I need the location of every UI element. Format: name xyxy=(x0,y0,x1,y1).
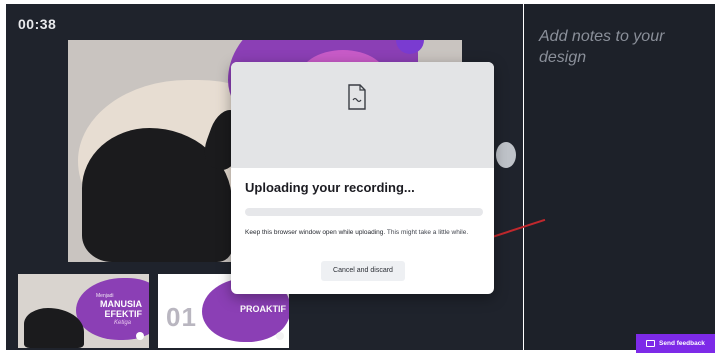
feedback-icon xyxy=(646,340,656,347)
upload-dialog: Uploading your recording... Keep this br… xyxy=(231,62,494,294)
app-window: 00:38 Menjadi MANUSIA EFEKTIF Ketiga 01 … xyxy=(0,0,715,353)
notes-placeholder[interactable]: Add notes to your design xyxy=(539,26,709,68)
dialog-message: Keep this browser window open while uplo… xyxy=(245,227,483,238)
dialog-header xyxy=(231,62,494,168)
thumbnail-person-silhouette xyxy=(24,308,84,348)
slide-side-handle xyxy=(496,142,516,168)
send-feedback-button[interactable]: Send feedback xyxy=(636,334,715,353)
dialog-message-rest: This might take a little while. xyxy=(385,229,469,236)
notes-panel[interactable]: Add notes to your design xyxy=(524,4,715,350)
thumbnail-title: MANUSIA EFEKTIF xyxy=(100,299,142,319)
send-feedback-label: Send feedback xyxy=(659,340,705,347)
thumbnail-subtitle: Ketiga xyxy=(114,320,132,326)
thumbnail-number: 01 xyxy=(166,302,197,332)
cancel-and-discard-button[interactable]: Cancel and discard xyxy=(321,261,405,281)
dialog-title: Uploading your recording... xyxy=(245,180,415,195)
upload-progress-bar xyxy=(245,208,483,216)
recording-timer: 00:38 xyxy=(18,16,57,32)
thumbnail-dot xyxy=(276,332,284,340)
thumbnail-dot xyxy=(136,332,144,340)
slide-thumbnail-1[interactable]: Menjadi MANUSIA EFEKTIF Ketiga xyxy=(18,274,149,348)
thumbnail-title: PROAKTIF xyxy=(240,304,286,314)
file-icon xyxy=(348,84,366,110)
dialog-message-strong: Keep this browser window open while uplo… xyxy=(245,229,386,236)
